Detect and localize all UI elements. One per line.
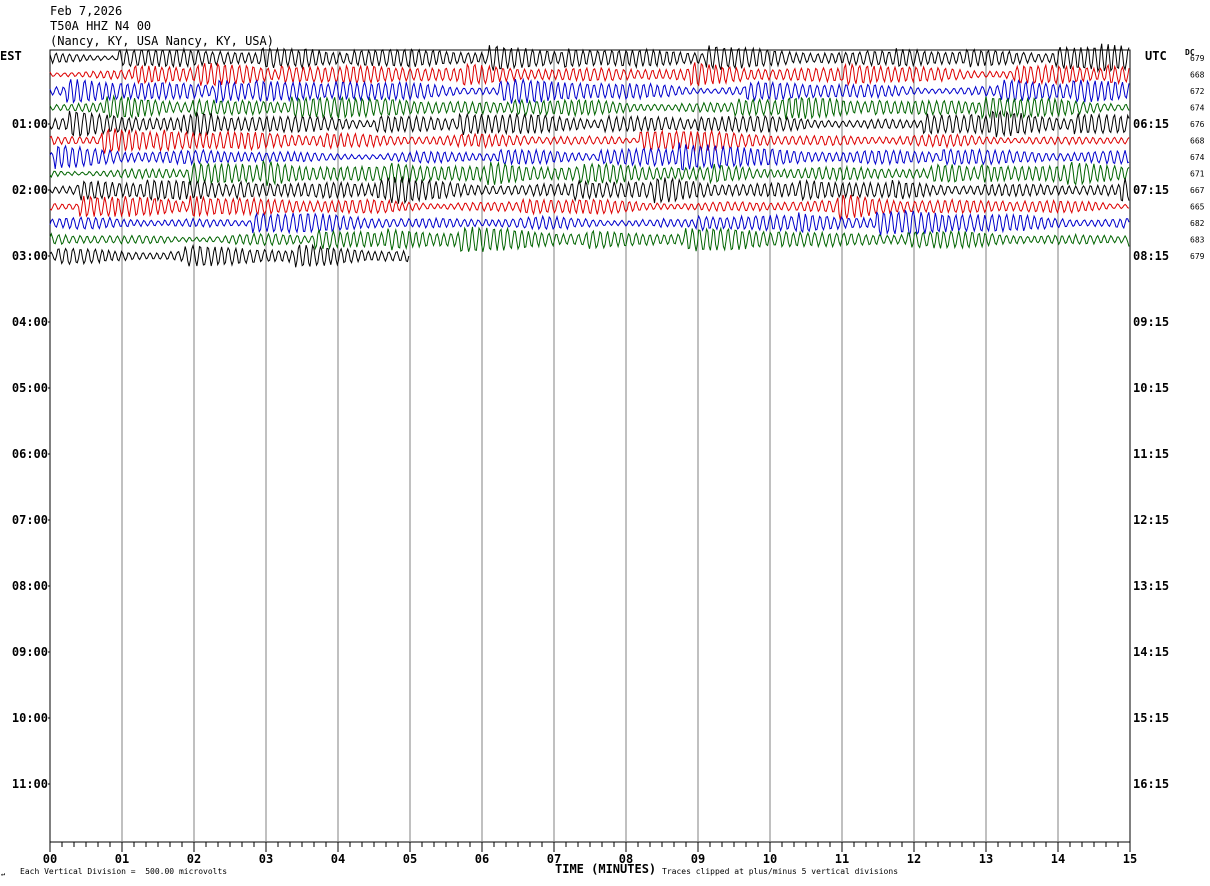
dc-offset-value: 674 (1190, 104, 1205, 113)
est-hour-label: 05:00 (12, 381, 48, 395)
est-hour-label: 02:00 (12, 183, 48, 197)
utc-hour-label: 13:15 (1133, 579, 1169, 593)
x-tick-label: 01 (115, 852, 129, 866)
seismic-trace (49, 142, 1130, 171)
utc-hour-label: 10:15 (1133, 381, 1169, 395)
clipping-note: Traces clipped at plus/minus 5 vertical … (662, 867, 899, 876)
x-tick-label: 04 (331, 852, 345, 866)
est-hour-label: 03:00 (12, 249, 48, 263)
x-tick-label: 15 (1123, 852, 1137, 866)
utc-hour-label: 12:15 (1133, 513, 1169, 527)
x-tick-label: 02 (187, 852, 201, 866)
utc-hour-label: 06:15 (1133, 117, 1169, 131)
utc-hour-label: 15:15 (1133, 711, 1169, 725)
seismic-trace (49, 210, 1130, 237)
corner-mark: ↵ (1, 870, 6, 878)
dc-offset-value: 671 (1190, 170, 1205, 179)
helicorder-plot: 00 01 02 03 04 05 06 07 08 09 10 11 12 13 14 1501:0002:… (12, 43, 1205, 866)
x-tick-label: 00 (43, 852, 57, 866)
x-tick-label: 09 (691, 852, 705, 866)
est-hour-label: 08:00 (12, 579, 48, 593)
dc-offset-value: 679 (1190, 252, 1205, 261)
est-hour-label: 06:00 (12, 447, 48, 461)
utc-hour-label: 14:15 (1133, 645, 1169, 659)
x-tick-label: 05 (403, 852, 417, 866)
dc-offset-value: 674 (1190, 153, 1205, 162)
est-hour-label: 10:00 (12, 711, 48, 725)
est-hour-label: 04:00 (12, 315, 48, 329)
est-hour-label: 01:00 (12, 117, 48, 131)
dc-offset-value: 683 (1190, 236, 1205, 245)
est-hour-label: 11:00 (12, 777, 48, 791)
utc-hour-label: 09:15 (1133, 315, 1169, 329)
seismic-trace (49, 109, 1130, 138)
dc-offset-value: 668 (1190, 137, 1205, 146)
x-tick-label: 14 (1051, 852, 1065, 866)
x-axis-title: TIME (MINUTES) (555, 862, 657, 876)
est-hour-label: 07:00 (12, 513, 48, 527)
x-tick-label: 10 (763, 852, 777, 866)
dc-offset-value: 668 (1190, 71, 1205, 80)
x-tick-label: 03 (259, 852, 273, 866)
vertical-division-note: Each Vertical Division = 500.00 microvol… (20, 867, 228, 876)
x-tick-label: 13 (979, 852, 993, 866)
x-tick-label: 06 (475, 852, 489, 866)
est-hour-label: 09:00 (12, 645, 48, 659)
seismic-trace (49, 160, 1130, 186)
seismic-trace (49, 243, 410, 268)
x-tick-label: 12 (907, 852, 921, 866)
utc-hour-label: 16:15 (1133, 777, 1169, 791)
dc-offset-value: 679 (1190, 54, 1205, 63)
seismic-trace (49, 77, 1130, 105)
utc-hour-label: 11:15 (1133, 447, 1169, 461)
dc-offset-value: 672 (1190, 87, 1205, 96)
seismic-trace (49, 62, 1130, 87)
utc-hour-label: 07:15 (1133, 183, 1169, 197)
x-tick-label: 11 (835, 852, 849, 866)
dc-offset-value: 665 (1190, 203, 1205, 212)
seismic-trace (49, 127, 1130, 154)
dc-offset-value: 682 (1190, 219, 1205, 228)
dc-offset-value: 676 (1190, 120, 1205, 129)
utc-hour-label: 08:15 (1133, 249, 1169, 263)
dc-offset-value: 667 (1190, 186, 1205, 195)
